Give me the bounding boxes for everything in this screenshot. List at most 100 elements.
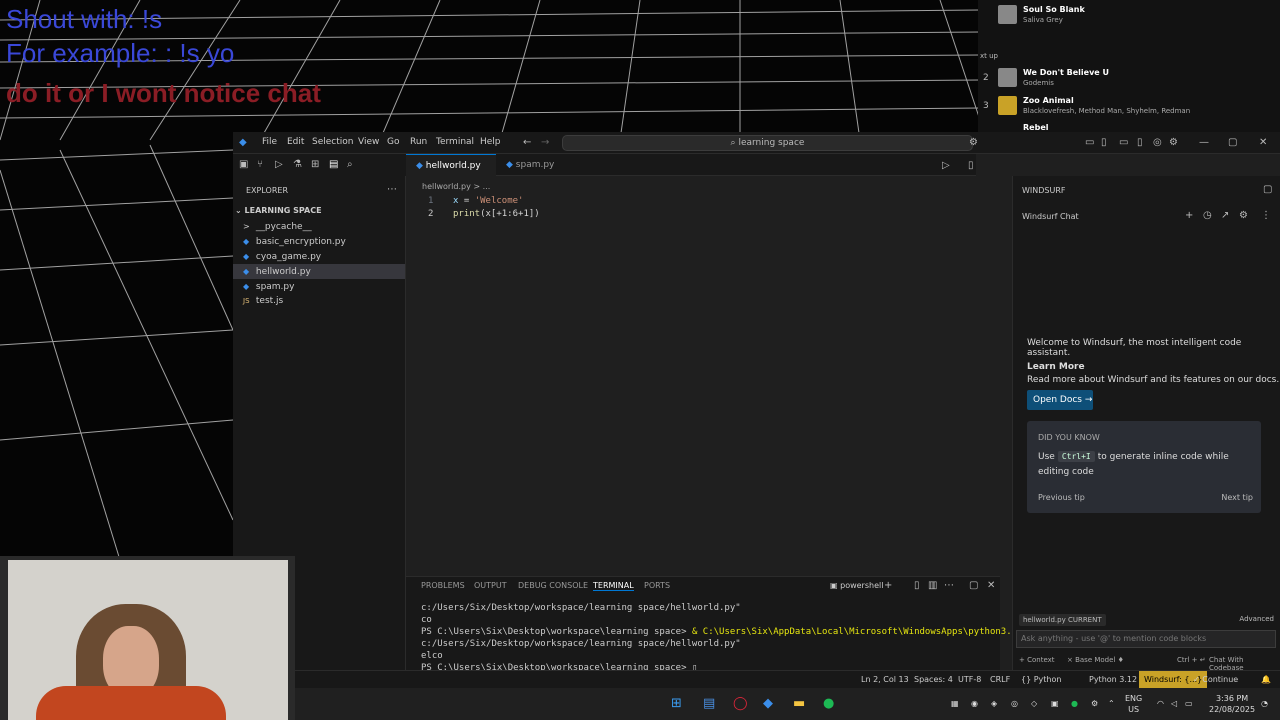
copilot-icon[interactable]: ⚙ [969,137,978,148]
tray-app-icon[interactable]: ▦ [951,698,959,709]
settings-icon[interactable]: ⚙ [1169,137,1178,148]
chat-input[interactable]: Ask anything - use '@' to mention code b… [1016,630,1276,648]
panel-tab-ports[interactable]: PORTS [644,581,670,590]
command-center[interactable]: ⌕ learning space [562,135,973,151]
toggle-panel-icon[interactable]: ▭ [1119,137,1128,148]
menu-file[interactable]: File [262,137,277,147]
advanced-link[interactable]: Advanced [1239,615,1274,623]
open-external-icon[interactable]: ↗ [1221,210,1229,221]
new-chat-icon[interactable]: + [1185,210,1193,221]
tree-item-basic-encryption[interactable]: ◆ basic_encryption.py [233,234,405,249]
tray-expand-icon[interactable]: ⌃ [1108,698,1115,709]
maximize-panel-icon[interactable]: ▢ [969,580,978,591]
vscode-taskbar-icon[interactable]: ◆ [763,696,773,711]
notifications-icon[interactable]: 🔔 [1261,675,1271,684]
next-tip-button[interactable]: Next tip [1221,493,1253,502]
model-selector[interactable]: × Base Model ♦ [1067,656,1124,664]
discord-icon[interactable]: ◉ [971,698,978,709]
steam-icon[interactable]: ◎ [1011,698,1018,709]
forward-arrow-icon[interactable]: → [541,137,549,148]
spotify-tray-icon[interactable]: ● [1071,698,1078,709]
menu-help[interactable]: Help [480,137,501,147]
close-panel-icon[interactable]: ✕ [987,580,995,591]
history-icon[interactable]: ◷ [1203,210,1212,221]
cursor-position[interactable]: Ln 2, Col 13 [861,675,909,684]
search-icon[interactable]: ⌕ [347,159,353,170]
menu-go[interactable]: Go [387,137,399,147]
panel-tab-debug-console[interactable]: DEBUG CONSOLE [518,581,588,590]
menu-terminal[interactable]: Terminal [436,137,474,147]
extensions-icon[interactable]: ⊞ [311,159,319,170]
tree-item-pycache[interactable]: > __pycache__ [233,219,405,234]
panel-tab-output[interactable]: OUTPUT [474,581,507,590]
code-line-2[interactable]: print(x[+1:6+1]) [453,209,540,219]
more-actions-icon[interactable]: ⋯ [387,184,397,195]
run-icon[interactable]: ▷ [942,160,950,171]
spotify-icon[interactable]: ● [823,696,834,711]
split-terminal-icon[interactable]: ▯ [914,580,920,591]
battery-icon[interactable]: ▭ [1185,698,1193,709]
maximize-icon[interactable]: ▢ [1228,137,1237,148]
close-icon[interactable]: ✕ [1259,137,1267,148]
code-editor[interactable]: hellworld.py > ... 1 2 x = 'Welcome' pri… [406,176,1000,576]
line-ending[interactable]: CRLF [990,675,1010,684]
queue-item[interactable]: 2 We Don't Believe U Godemis [978,67,1280,93]
encoding[interactable]: UTF-8 [958,675,981,684]
tree-item-spam[interactable]: ◆ spam.py [233,279,405,294]
split-editor-icon[interactable]: ▯ [968,160,974,171]
language-indicator[interactable]: ENG US [1125,693,1142,715]
sidebar-toggle-icon[interactable]: ▢ [1263,184,1272,195]
layout-icon[interactable]: ▭ [1085,137,1094,148]
queue-item[interactable]: 3 Zoo Animal Blacklovefresh, Method Man,… [978,95,1280,121]
panel-tab-problems[interactable]: PROBLEMS [421,581,465,590]
testing-icon[interactable]: ⚗ [293,159,302,170]
context-button[interactable]: + Context [1019,656,1055,664]
more-icon[interactable]: ⋮ [1261,210,1271,221]
file-explorer-icon[interactable]: ▬ [793,696,805,711]
wifi-icon[interactable]: ◠ [1157,698,1164,709]
shield-icon[interactable]: ◈ [991,698,997,709]
opera-icon[interactable]: ◯ [733,696,748,711]
tray-icon[interactable]: ⚙ [1091,698,1098,709]
code-line-1[interactable]: x = 'Welcome' [453,196,523,206]
python-version[interactable]: Python 3.12 [1089,675,1137,684]
minimize-icon[interactable]: — [1199,137,1209,148]
toggle-secondary-icon[interactable]: ▯ [1137,137,1143,148]
workspace-folder[interactable]: ⌄ LEARNING SPACE [235,206,322,215]
volume-icon[interactable]: ◁ [1171,698,1177,709]
new-terminal-icon[interactable]: + [884,580,892,591]
indentation[interactable]: Spaces: 4 [914,675,953,684]
settings-icon[interactable]: ⚙ [1239,210,1248,221]
continue-status[interactable]: ✓ Continue [1193,675,1238,684]
toggle-sidebar-icon[interactable]: ▯ [1101,137,1107,148]
tree-item-test-js[interactable]: JS test.js [233,294,405,309]
now-playing[interactable]: Soul So Blank Saliva Grey [978,4,1280,30]
source-control-icon[interactable]: ⑂ [257,159,263,170]
trash-icon[interactable]: ▥ [928,580,937,591]
tab-hellworld[interactable]: ◆ hellworld.py ● [406,154,496,193]
explorer-icon[interactable]: ▣ [239,159,248,170]
notification-bell-icon[interactable]: ◔ [1261,698,1268,709]
language-mode[interactable]: {} Python [1021,675,1061,684]
open-docs-button[interactable]: Open Docs → [1027,390,1093,410]
menu-edit[interactable]: Edit [287,137,304,147]
back-arrow-icon[interactable]: ← [523,137,531,148]
menu-view[interactable]: View [358,137,379,147]
menu-run[interactable]: Run [410,137,427,147]
tab-spam[interactable]: ◆ spam.py [496,154,566,176]
files-icon[interactable]: ▤ [329,159,338,170]
more-actions-icon[interactable]: ⋯ [944,580,954,591]
terminal-shell-selector[interactable]: ▣ powershell [830,581,883,590]
app-icon[interactable]: ▤ [703,696,715,711]
current-file-chip[interactable]: hellworld.py CURRENT [1019,614,1106,626]
menu-selection[interactable]: Selection [312,137,353,147]
account-icon[interactable]: ◎ [1153,137,1162,148]
tree-item-cyoa-game[interactable]: ◆ cyoa_game.py [233,249,405,264]
tray-icon[interactable]: ▣ [1051,698,1059,709]
windows-start-icon[interactable]: ⊞ [671,696,682,711]
tray-icon[interactable]: ◇ [1031,698,1037,709]
run-debug-icon[interactable]: ▷ [275,159,283,170]
previous-tip-button[interactable]: Previous tip [1038,493,1085,502]
panel-tab-terminal[interactable]: TERMINAL [593,581,634,591]
tree-item-hellworld[interactable]: ◆ hellworld.py [233,264,405,279]
